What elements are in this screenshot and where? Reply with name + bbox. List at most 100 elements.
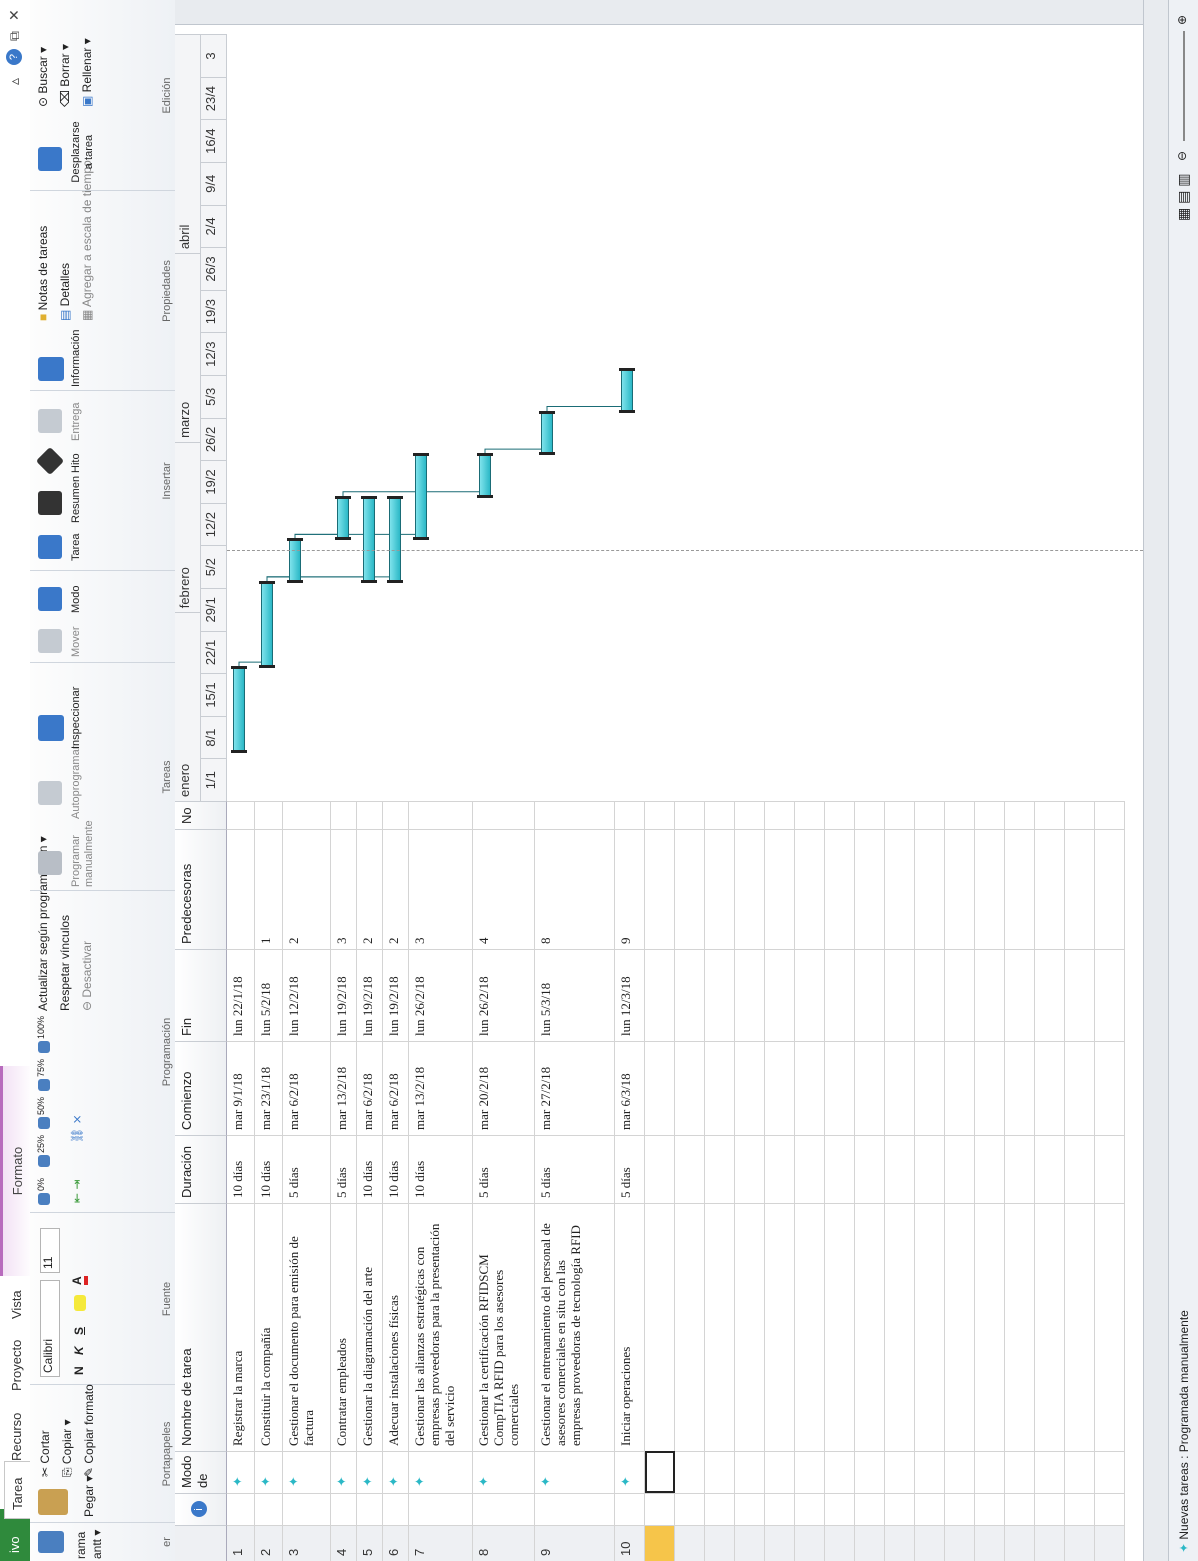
gantt-bar[interactable]: [363, 496, 375, 582]
underline-button[interactable]: S: [72, 1327, 86, 1335]
extra-cell[interactable]: [615, 801, 645, 829]
empty-cell[interactable]: [1065, 1525, 1095, 1561]
empty-cell[interactable]: [645, 801, 675, 829]
extra-cell[interactable]: [227, 801, 255, 829]
empty-cell[interactable]: [1035, 829, 1065, 949]
mode-cell[interactable]: ✦: [227, 1451, 255, 1493]
empty-cell[interactable]: [795, 1525, 825, 1561]
empty-cell[interactable]: [945, 1041, 975, 1135]
end-cell[interactable]: lun 12/3/18: [615, 949, 645, 1041]
empty-cell[interactable]: [1035, 949, 1065, 1041]
empty-cell[interactable]: [945, 1525, 975, 1561]
paste-icon[interactable]: [38, 1489, 68, 1515]
empty-cell[interactable]: [855, 1525, 885, 1561]
copy-format-button[interactable]: ✎ Copiar formato: [82, 1384, 96, 1477]
minimize-ribbon-icon[interactable]: ▵: [6, 78, 23, 85]
empty-cell[interactable]: [1065, 829, 1095, 949]
empty-cell[interactable]: [945, 949, 975, 1041]
empty-cell[interactable]: [1065, 801, 1095, 829]
empty-cell[interactable]: [1035, 1451, 1065, 1493]
empty-cell[interactable]: [795, 1451, 825, 1493]
new-tasks-status[interactable]: ✦ Nuevas tareas : Programada manualmente: [1177, 1310, 1191, 1553]
start-cell[interactable]: mar 20/2/18: [473, 1041, 535, 1135]
zoom-slider[interactable]: [1183, 31, 1185, 141]
empty-cell[interactable]: [735, 1041, 765, 1135]
empty-cell[interactable]: [765, 1525, 795, 1561]
start-cell[interactable]: mar 6/2/18: [383, 1041, 409, 1135]
end-cell[interactable]: lun 19/2/18: [383, 949, 409, 1041]
row-number[interactable]: 10: [615, 1525, 645, 1561]
predecessors-cell[interactable]: 1: [255, 829, 283, 949]
empty-cell[interactable]: [1095, 801, 1125, 829]
empty-cell[interactable]: [1035, 801, 1065, 829]
row-number[interactable]: 4: [331, 1525, 357, 1561]
tab-formato[interactable]: Formato: [0, 1066, 33, 1276]
empty-cell[interactable]: [705, 1041, 735, 1135]
extra-cell[interactable]: [383, 801, 409, 829]
empty-cell[interactable]: [795, 1041, 825, 1135]
info-cell[interactable]: [409, 1493, 473, 1525]
summary-icon[interactable]: [38, 491, 62, 515]
extra-cell[interactable]: [255, 801, 283, 829]
task-name-cell[interactable]: Gestionar el documento para emisión de f…: [283, 1203, 331, 1451]
start-column-header[interactable]: Comienzo: [175, 1041, 227, 1135]
empty-cell[interactable]: [885, 1203, 915, 1451]
empty-cell[interactable]: [975, 1203, 1005, 1451]
empty-cell[interactable]: [915, 1525, 945, 1561]
predecessors-cell[interactable]: 2: [283, 829, 331, 949]
link-icon[interactable]: ⛓ ⨯: [70, 1114, 84, 1143]
empty-cell[interactable]: [765, 1203, 795, 1451]
task-notes-button[interactable]: ■ Notas de tareas: [36, 226, 50, 321]
empty-cell[interactable]: [675, 829, 705, 949]
extra-column-header[interactable]: No: [175, 801, 227, 829]
duration-cell[interactable]: 5 días: [615, 1135, 645, 1203]
extra-cell[interactable]: [357, 801, 383, 829]
end-cell[interactable]: lun 26/2/18: [409, 949, 473, 1041]
empty-cell[interactable]: [675, 1041, 705, 1135]
information-button[interactable]: Información: [70, 330, 82, 387]
predecessors-cell[interactable]: 3: [409, 829, 473, 949]
empty-cell[interactable]: [795, 1203, 825, 1451]
end-cell[interactable]: lun 5/2/18: [255, 949, 283, 1041]
empty-cell[interactable]: [735, 1451, 765, 1493]
end-cell[interactable]: lun 26/2/18: [473, 949, 535, 1041]
empty-cell[interactable]: [975, 801, 1005, 829]
tab-recurso[interactable]: Recurso: [4, 1405, 30, 1469]
predecessors-cell[interactable]: 9: [615, 829, 645, 949]
copy-button[interactable]: ⎘ Copiar ▾: [60, 1419, 75, 1477]
gantt-bar[interactable]: [337, 496, 349, 540]
empty-cell[interactable]: [1035, 1525, 1065, 1561]
empty-cell[interactable]: [975, 949, 1005, 1041]
empty-cell[interactable]: [855, 1493, 885, 1525]
info-column-header[interactable]: i: [175, 1493, 227, 1525]
highlight-icon[interactable]: [74, 1295, 86, 1311]
bold-button[interactable]: N: [72, 1366, 86, 1375]
start-cell[interactable]: mar 13/2/18: [409, 1041, 473, 1135]
empty-cell[interactable]: [765, 801, 795, 829]
predecessors-cell[interactable]: 3: [331, 829, 357, 949]
empty-cell[interactable]: [1005, 801, 1035, 829]
predecessors-cell[interactable]: 2: [357, 829, 383, 949]
empty-cell[interactable]: [885, 801, 915, 829]
info-cell[interactable]: [255, 1493, 283, 1525]
end-column-header[interactable]: Fin: [175, 949, 227, 1041]
empty-cell[interactable]: [825, 829, 855, 949]
empty-cell[interactable]: [645, 949, 675, 1041]
mode-cell[interactable]: ✦: [331, 1451, 357, 1493]
empty-cell[interactable]: [825, 1041, 855, 1135]
empty-cell[interactable]: [945, 1493, 975, 1525]
gantt-bar[interactable]: [415, 454, 427, 540]
row-number[interactable]: 3: [283, 1525, 331, 1561]
empty-cell[interactable]: [705, 1493, 735, 1525]
empty-cell[interactable]: [855, 1451, 885, 1493]
empty-cell[interactable]: [795, 829, 825, 949]
empty-cell[interactable]: [825, 1203, 855, 1451]
empty-cell[interactable]: [675, 1203, 705, 1451]
row-number[interactable]: 1: [227, 1525, 255, 1561]
respect-links-button[interactable]: Respetar vínculos: [58, 915, 72, 1011]
extra-cell[interactable]: [283, 801, 331, 829]
info-cell[interactable]: [615, 1493, 645, 1525]
end-cell[interactable]: lun 5/3/18: [535, 949, 615, 1041]
empty-cell[interactable]: [1035, 1135, 1065, 1203]
empty-cell[interactable]: [855, 1041, 885, 1135]
